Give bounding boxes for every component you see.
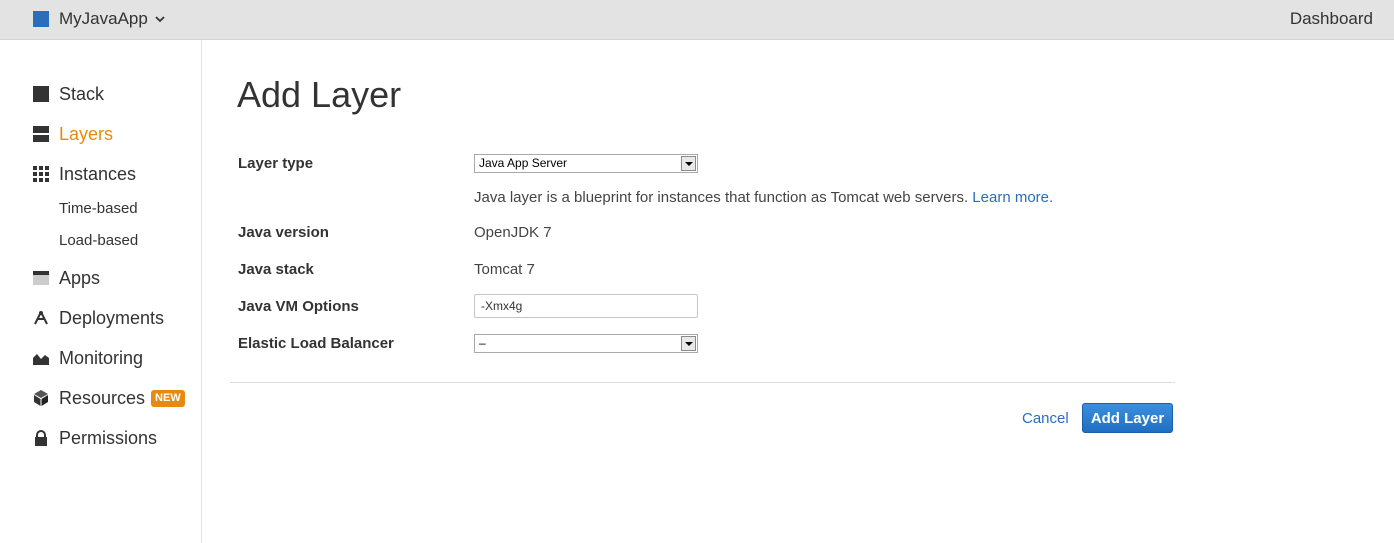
sidebar-subitem-time-based[interactable]: Time-based xyxy=(59,200,138,217)
sidebar-item-apps[interactable]: Apps xyxy=(33,265,100,291)
sidebar-subitem-load-based[interactable]: Load-based xyxy=(59,232,138,249)
vm-options-label: Java VM Options xyxy=(238,298,359,315)
deployments-icon xyxy=(34,311,48,325)
grid-icon xyxy=(33,166,49,182)
sidebar-item-resources[interactable]: Resources NEW xyxy=(33,385,185,411)
sidebar-item-stack[interactable]: Stack xyxy=(33,81,104,107)
java-version-value: OpenJDK 7 xyxy=(474,224,552,241)
chevron-down-icon xyxy=(155,16,165,23)
cancel-button[interactable]: Cancel xyxy=(1022,410,1069,427)
cube-icon xyxy=(34,390,48,406)
app-name: MyJavaApp xyxy=(59,9,148,28)
form-divider xyxy=(230,382,1175,383)
vm-options-input[interactable] xyxy=(474,294,698,318)
sidebar-item-permissions[interactable]: Permissions xyxy=(33,425,157,451)
elb-select[interactable]: – xyxy=(474,334,698,353)
apps-icon xyxy=(33,271,49,285)
sidebar-item-label: Deployments xyxy=(59,307,165,328)
java-stack-value: Tomcat 7 xyxy=(474,261,535,278)
app-icon xyxy=(33,11,49,27)
add-layer-button[interactable]: Add Layer xyxy=(1082,403,1173,433)
dashboard-link[interactable]: Dashboard xyxy=(1290,9,1373,29)
layers-icon xyxy=(33,126,49,142)
layer-type-select[interactable]: Java App Server xyxy=(474,154,698,173)
sidebar-item-label: Stack xyxy=(59,83,105,104)
elb-value: – xyxy=(479,336,486,350)
monitoring-icon xyxy=(33,354,49,365)
new-badge: NEW xyxy=(151,389,185,407)
sidebar-item-label: Monitoring xyxy=(59,347,144,368)
sidebar-item-monitoring[interactable]: Monitoring xyxy=(33,345,143,371)
app-switcher[interactable]: MyJavaApp xyxy=(33,9,165,29)
layer-type-label: Layer type xyxy=(238,155,314,172)
help-text-body: Java layer is a blueprint for instances … xyxy=(474,189,973,206)
sidebar: Stack Layers Instances Time-based Load-b… xyxy=(0,40,202,543)
lock-icon xyxy=(35,430,47,446)
sidebar-item-deployments[interactable]: Deployments xyxy=(33,305,164,331)
top-bar: MyJavaApp Dashboard xyxy=(0,0,1394,40)
elb-label: Elastic Load Balancer xyxy=(238,335,394,352)
sidebar-item-layers[interactable]: Layers xyxy=(33,121,113,147)
sidebar-item-label: Instances xyxy=(59,163,137,184)
sidebar-item-label: Layers xyxy=(59,123,114,144)
page-title: Add Layer xyxy=(237,74,402,115)
dropdown-arrow-icon xyxy=(681,336,696,351)
java-stack-label: Java stack xyxy=(238,261,314,278)
layer-help-text: Java layer is a blueprint for instances … xyxy=(474,189,1053,206)
java-version-label: Java version xyxy=(238,224,329,241)
sidebar-item-label: Permissions xyxy=(59,427,158,448)
learn-more-link[interactable]: Learn more. xyxy=(972,189,1053,206)
dropdown-arrow-icon xyxy=(681,156,696,171)
sidebar-item-label: Apps xyxy=(59,267,101,288)
layer-type-value: Java App Server xyxy=(479,156,568,170)
sidebar-item-instances[interactable]: Instances xyxy=(33,161,136,187)
stack-icon xyxy=(33,86,49,102)
sidebar-item-label: Resources xyxy=(59,387,146,408)
